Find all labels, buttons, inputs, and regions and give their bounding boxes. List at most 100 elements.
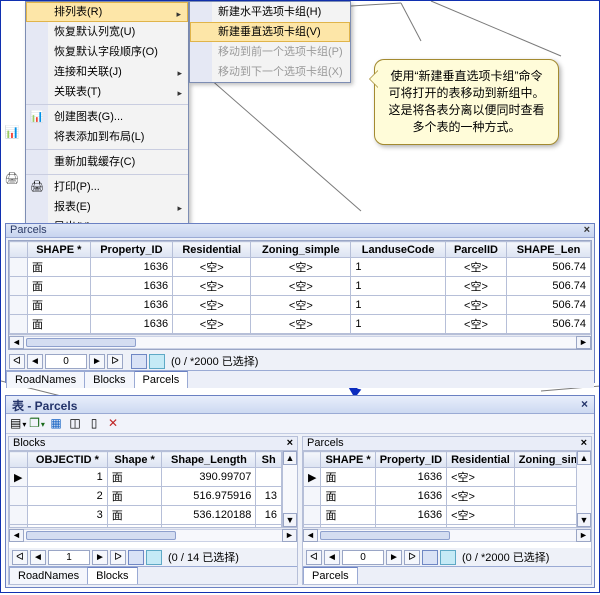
table-row[interactable]: 面1636<空><空>1<空>506.74 bbox=[10, 296, 591, 315]
window-titlebar[interactable]: 表 - Parcels × bbox=[6, 396, 594, 414]
scroll-up-icon[interactable]: ▲ bbox=[577, 451, 591, 465]
show-all-button[interactable] bbox=[422, 550, 438, 565]
related-tables-button[interactable]: ❐ bbox=[28, 415, 46, 432]
column-header[interactable]: SHAPE_Len bbox=[507, 242, 591, 258]
table-row[interactable]: 面1636<空> bbox=[304, 506, 577, 525]
column-header[interactable]: Sh bbox=[256, 452, 282, 468]
column-header[interactable]: LanduseCode bbox=[351, 242, 445, 258]
scroll-down-icon[interactable]: ▼ bbox=[283, 513, 297, 527]
tab-parcels[interactable]: Parcels bbox=[303, 567, 358, 584]
scroll-up-icon[interactable]: ▲ bbox=[283, 451, 297, 465]
pane-titlebar[interactable]: Parcels × bbox=[303, 437, 591, 451]
record-number-input[interactable]: 1 bbox=[48, 550, 90, 565]
column-header[interactable]: Property_ID bbox=[375, 452, 446, 468]
column-header[interactable]: Shape * bbox=[107, 452, 162, 468]
table-row[interactable]: 面1636<空> bbox=[304, 487, 577, 506]
scroll-right-icon[interactable]: ► bbox=[282, 529, 297, 542]
column-header[interactable] bbox=[304, 452, 321, 468]
column-header[interactable]: SHAPE * bbox=[28, 242, 91, 258]
horizontal-scrollbar[interactable]: ◄ ► bbox=[303, 527, 591, 542]
scroll-right-icon[interactable]: ► bbox=[576, 529, 591, 542]
scroll-right-icon[interactable]: ► bbox=[576, 336, 591, 349]
show-selected-button[interactable] bbox=[146, 550, 162, 565]
horizontal-scrollbar[interactable]: ◄ ► bbox=[9, 334, 591, 349]
zoom-selected-button[interactable]: ✕ bbox=[104, 415, 122, 432]
column-header[interactable]: Zoning_simple bbox=[251, 242, 351, 258]
menu-create-chart[interactable]: 📊创建图表(G)... bbox=[26, 107, 188, 127]
scroll-down-icon[interactable]: ▼ bbox=[577, 513, 591, 527]
nav-next-button[interactable]: ► bbox=[92, 550, 108, 565]
scrollbar-thumb[interactable] bbox=[320, 531, 450, 540]
menu-restore-col-width[interactable]: 恢复默认列宽(U) bbox=[26, 22, 188, 42]
scroll-left-icon[interactable]: ◄ bbox=[303, 529, 318, 542]
nav-first-button[interactable]: ᐊ bbox=[9, 354, 25, 369]
table-row[interactable]: 面1636<空><空>1<空>506.74 bbox=[10, 315, 591, 334]
table-row[interactable]: 2面516.97591613 bbox=[10, 487, 282, 506]
tab-roadnames[interactable]: RoadNames bbox=[9, 567, 88, 584]
submenu-new-horizontal-group[interactable]: 新建水平选项卡组(H) bbox=[190, 2, 350, 22]
column-header[interactable] bbox=[10, 452, 28, 468]
table-options-button[interactable]: ▤ bbox=[9, 415, 27, 432]
switch-selection-button[interactable]: ◫ bbox=[66, 415, 84, 432]
vertical-scrollbar[interactable]: ▲ ▼ bbox=[282, 451, 297, 527]
tab-blocks[interactable]: Blocks bbox=[87, 567, 137, 584]
show-selected-button[interactable] bbox=[440, 550, 456, 565]
menu-restore-field-order[interactable]: 恢复默认字段顺序(O) bbox=[26, 42, 188, 62]
table-row[interactable]: ▶面1636<空> bbox=[304, 468, 577, 487]
record-number-input[interactable]: 0 bbox=[342, 550, 384, 565]
scroll-left-icon[interactable]: ◄ bbox=[9, 336, 24, 349]
nav-last-button[interactable]: ᐅ bbox=[110, 550, 126, 565]
pane-titlebar[interactable]: Blocks × bbox=[9, 437, 297, 451]
select-by-attr-button[interactable]: ▦ bbox=[47, 415, 65, 432]
nav-prev-button[interactable]: ◄ bbox=[324, 550, 340, 565]
table-row[interactable]: ▶1面390.99707 bbox=[10, 468, 282, 487]
scroll-left-icon[interactable]: ◄ bbox=[9, 529, 24, 542]
scrollbar-thumb[interactable] bbox=[26, 338, 136, 347]
table-row[interactable]: 面1636<空><空>1<空>506.74 bbox=[10, 258, 591, 277]
close-icon[interactable]: × bbox=[584, 224, 590, 236]
menu-arrange-tables[interactable]: 排列表(R) ▸ bbox=[26, 2, 188, 22]
column-header[interactable]: Residential bbox=[447, 452, 515, 468]
tab-parcels[interactable]: Parcels bbox=[134, 371, 189, 388]
show-all-button[interactable] bbox=[128, 550, 144, 565]
horizontal-scrollbar[interactable]: ◄ ► bbox=[9, 527, 297, 542]
menu-related-tables[interactable]: 关联表(T)▸ bbox=[26, 82, 188, 102]
table-row[interactable]: 3面536.12018816 bbox=[10, 506, 282, 525]
table-row[interactable]: 面1636<空><空>1<空>506.74 bbox=[10, 277, 591, 296]
table-row[interactable]: 面1636<空> bbox=[304, 525, 577, 528]
nav-first-button[interactable]: ᐊ bbox=[306, 550, 322, 565]
close-icon[interactable]: × bbox=[581, 397, 588, 411]
menu-add-to-layout[interactable]: 将表添加到布局(L) bbox=[26, 127, 188, 147]
nav-prev-button[interactable]: ◄ bbox=[30, 550, 46, 565]
tab-roadnames[interactable]: RoadNames bbox=[6, 371, 85, 388]
menu-print[interactable]: 🖨打印(P)... bbox=[26, 177, 188, 197]
menu-joins-relates[interactable]: 连接和关联(J)▸ bbox=[26, 62, 188, 82]
column-header[interactable]: Zoning_sim bbox=[514, 452, 576, 468]
tab-blocks[interactable]: Blocks bbox=[84, 371, 134, 388]
table-row[interactable]: 4面507.08952115 bbox=[10, 525, 282, 528]
scrollbar-thumb[interactable] bbox=[26, 531, 176, 540]
column-header[interactable]: ParcelID bbox=[445, 242, 506, 258]
menu-reload-cache[interactable]: 重新加载缓存(C) bbox=[26, 152, 188, 172]
show-selected-button[interactable] bbox=[149, 354, 165, 369]
close-icon[interactable]: × bbox=[287, 437, 293, 449]
column-header[interactable]: Property_ID bbox=[90, 242, 172, 258]
window-titlebar[interactable]: Parcels × bbox=[6, 224, 594, 238]
column-header[interactable]: Shape_Length bbox=[162, 452, 256, 468]
nav-last-button[interactable]: ᐅ bbox=[404, 550, 420, 565]
column-header[interactable]: OBJECTID * bbox=[28, 452, 108, 468]
menu-reports[interactable]: 报表(E)▸ bbox=[26, 197, 188, 217]
vertical-scrollbar[interactable]: ▲ ▼ bbox=[576, 451, 591, 527]
submenu-new-vertical-group[interactable]: 新建垂直选项卡组(V) bbox=[190, 22, 350, 42]
nav-prev-button[interactable]: ◄ bbox=[27, 354, 43, 369]
nav-last-button[interactable]: ᐅ bbox=[107, 354, 123, 369]
record-number-input[interactable]: 0 bbox=[45, 354, 87, 369]
close-icon[interactable]: × bbox=[581, 437, 587, 449]
clear-selection-button[interactable]: ▯ bbox=[85, 415, 103, 432]
data-grid[interactable]: SHAPE *Property_IDResidentialZoning_simp… bbox=[8, 240, 592, 350]
show-all-button[interactable] bbox=[131, 354, 147, 369]
nav-next-button[interactable]: ► bbox=[386, 550, 402, 565]
nav-next-button[interactable]: ► bbox=[89, 354, 105, 369]
column-header[interactable]: Residential bbox=[173, 242, 251, 258]
arrange-submenu[interactable]: 新建水平选项卡组(H) 新建垂直选项卡组(V) 移动到前一个选项卡组(P) 移动… bbox=[189, 1, 351, 83]
